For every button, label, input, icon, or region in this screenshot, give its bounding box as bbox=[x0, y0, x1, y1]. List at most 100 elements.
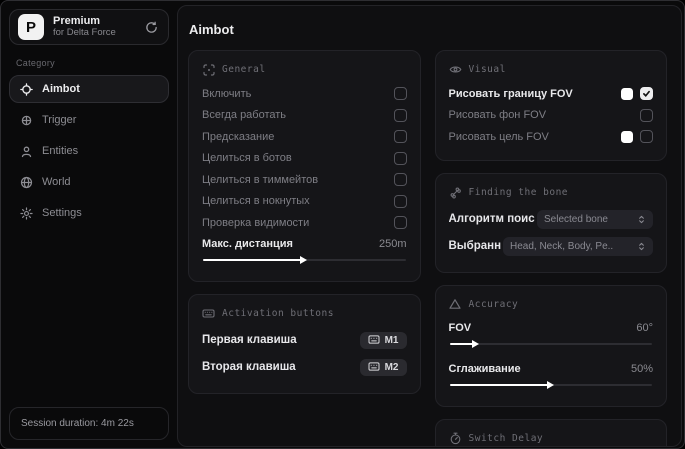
bone-card-title: Finding the bone bbox=[468, 186, 569, 198]
sidebar-item-label: Entities bbox=[42, 145, 79, 157]
accuracy-card: Accuracy FOV 60° Сглаживание 50% bbox=[434, 284, 667, 407]
slider-thumb[interactable] bbox=[546, 381, 554, 389]
max-distance-slider[interactable] bbox=[203, 256, 406, 265]
fov-slider[interactable] bbox=[449, 340, 652, 349]
toggle-label: Предсказание bbox=[202, 130, 275, 143]
scan-icon bbox=[202, 63, 215, 76]
keybind-row: Вторая клавиша M2 bbox=[202, 354, 407, 381]
switch-delay-card-title: Switch Delay bbox=[468, 432, 544, 444]
right-column: Visual Рисовать границу FOV Рисовать фон… bbox=[434, 50, 667, 446]
general-card-title: General bbox=[222, 64, 266, 75]
refresh-icon[interactable] bbox=[142, 18, 160, 36]
trigger-icon bbox=[19, 113, 33, 127]
sidebar-item-settings[interactable]: Settings bbox=[9, 199, 169, 227]
bone-card-header: Finding the bone bbox=[449, 186, 654, 199]
category-label: Category bbox=[16, 58, 55, 68]
toggle-row: Предсказание bbox=[202, 126, 407, 148]
smoothing-row: Сглаживание 50% bbox=[449, 359, 654, 379]
dropdown-value: Head, Neck, Body, Pe.. bbox=[510, 240, 614, 252]
bone-algorithm-dropdown[interactable]: Selected bone bbox=[537, 209, 653, 229]
dropdown-value: Selected bone bbox=[544, 213, 608, 225]
toggle-row: Целиться в ботов bbox=[202, 148, 407, 170]
gear-icon bbox=[19, 206, 33, 220]
sidebar-item-trigger[interactable]: Trigger bbox=[9, 106, 169, 134]
checkbox[interactable] bbox=[393, 216, 407, 230]
activation-card-header: Activation buttons bbox=[202, 307, 407, 320]
keybind-value: M2 bbox=[384, 361, 399, 373]
bone-row: Алгоритм поиска кост Selected bone bbox=[448, 206, 653, 233]
smoothing-slider[interactable] bbox=[449, 381, 652, 390]
general-card: General Включить Всегда работать Предска… bbox=[188, 50, 421, 282]
bone-card: Finding the bone Алгоритм поиска кост Se… bbox=[434, 172, 667, 273]
keybind-row: Первая клавиша M1 bbox=[202, 327, 407, 354]
checkbox[interactable] bbox=[640, 87, 653, 101]
visual-card: Visual Рисовать границу FOV Рисовать фон… bbox=[434, 50, 667, 161]
brand-subtitle: for Delta Force bbox=[53, 26, 116, 38]
keybind-button-2[interactable]: M2 bbox=[359, 358, 407, 376]
toggle-label: Целиться в тиммейтов bbox=[202, 173, 319, 186]
accuracy-card-header: Accuracy bbox=[449, 298, 654, 311]
slider-thumb[interactable] bbox=[471, 340, 479, 348]
keyboard-icon bbox=[368, 335, 380, 344]
visual-card-title: Visual bbox=[468, 64, 506, 75]
visual-label: Рисовать границу FOV bbox=[448, 87, 573, 100]
fov-value: 60° bbox=[636, 321, 653, 334]
smoothing-value: 50% bbox=[630, 362, 653, 375]
sidebar-item-label: Settings bbox=[42, 207, 82, 219]
brand-card: P Premium for Delta Force bbox=[9, 9, 169, 45]
sidebar: P Premium for Delta Force Category Aimbo… bbox=[1, 1, 177, 448]
stopwatch-icon bbox=[449, 432, 462, 445]
fov-row: FOV 60° bbox=[449, 318, 654, 338]
globe-icon bbox=[19, 175, 33, 189]
keybind-label: Вторая клавиша bbox=[202, 361, 296, 373]
sidebar-nav: Aimbot Trigger Entities World Settings bbox=[9, 75, 169, 227]
toggle-row: Включить bbox=[202, 83, 407, 105]
main-panel: Aimbot General Включить Всегда работать … bbox=[177, 5, 682, 447]
keybind-value: M1 bbox=[384, 334, 399, 346]
checkbox[interactable] bbox=[640, 130, 653, 144]
visual-row: Рисовать цель FOV bbox=[448, 126, 653, 148]
sidebar-item-entities[interactable]: Entities bbox=[9, 137, 169, 165]
bone-row: Выбранные кос Head, Neck, Body, Pe.. bbox=[448, 233, 653, 260]
slider-thumb[interactable] bbox=[300, 256, 308, 264]
keyboard-icon bbox=[368, 362, 380, 371]
checkbox[interactable] bbox=[640, 108, 653, 122]
checkbox[interactable] bbox=[393, 173, 407, 187]
brand-logo: P bbox=[18, 14, 44, 40]
sidebar-item-world[interactable]: World bbox=[9, 168, 169, 196]
visual-row: Рисовать границу FOV bbox=[448, 83, 653, 105]
toggle-row: Проверка видимости bbox=[202, 212, 407, 234]
sidebar-item-label: World bbox=[42, 176, 71, 188]
color-swatch[interactable] bbox=[621, 87, 633, 100]
crosshair-icon bbox=[19, 82, 33, 96]
sidebar-item-label: Trigger bbox=[42, 114, 77, 126]
color-swatch[interactable] bbox=[621, 130, 633, 143]
bone-label: Выбранные кос bbox=[448, 240, 502, 252]
bone-icon bbox=[449, 186, 462, 199]
checkbox[interactable] bbox=[393, 130, 407, 144]
sidebar-item-aimbot[interactable]: Aimbot bbox=[9, 75, 169, 103]
page-title: Aimbot bbox=[189, 22, 234, 37]
expand-icon bbox=[639, 215, 644, 223]
selected-bones-dropdown[interactable]: Head, Neck, Body, Pe.. bbox=[503, 236, 653, 256]
expand-icon bbox=[639, 242, 644, 250]
app-window: P Premium for Delta Force Category Aimbo… bbox=[0, 0, 685, 449]
toggle-row: Целиться в нокнутых bbox=[202, 191, 407, 213]
eye-icon bbox=[449, 63, 462, 76]
toggle-label: Включить bbox=[202, 87, 252, 100]
checkbox[interactable] bbox=[393, 194, 407, 208]
toggle-row: Всегда работать bbox=[202, 105, 407, 127]
visual-label: Рисовать цель FOV bbox=[448, 130, 549, 143]
bone-label: Алгоритм поиска кост bbox=[448, 213, 536, 225]
general-card-header: General bbox=[202, 63, 407, 76]
visual-card-header: Visual bbox=[449, 63, 654, 76]
toggle-label: Целиться в нокнутых bbox=[202, 195, 310, 208]
left-column: General Включить Всегда работать Предска… bbox=[188, 50, 421, 394]
checkbox[interactable] bbox=[393, 151, 407, 165]
visual-label: Рисовать фон FOV bbox=[448, 109, 547, 122]
toggle-label: Целиться в ботов bbox=[202, 152, 292, 165]
keybind-button-1[interactable]: M1 bbox=[359, 331, 407, 349]
toggle-label: Проверка видимости bbox=[202, 216, 310, 229]
checkbox[interactable] bbox=[393, 108, 407, 122]
checkbox[interactable] bbox=[393, 87, 407, 101]
